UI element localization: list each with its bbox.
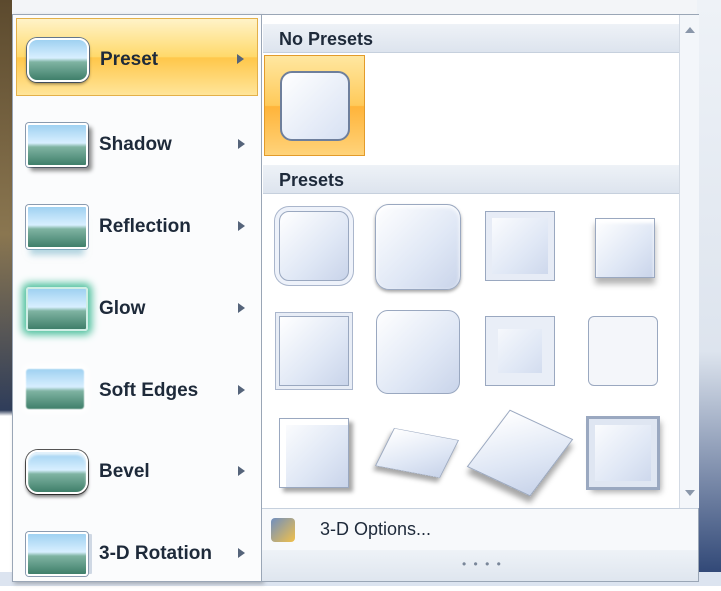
preset-1[interactable] <box>264 196 365 297</box>
3d-rotation-effect-icon <box>26 532 88 576</box>
preset-thumbnail <box>375 427 459 479</box>
preset-12[interactable] <box>573 403 674 504</box>
preset-thumbnail <box>375 204 461 290</box>
menu-item-label: Bevel <box>99 461 150 482</box>
preset-thumbnail <box>279 211 349 281</box>
menu-item-bevel[interactable]: Bevel <box>16 431 258 509</box>
preset-9[interactable] <box>264 403 365 504</box>
background-slide-edge <box>0 0 12 586</box>
menu-item-label: Soft Edges <box>99 380 199 401</box>
menu-item-glow[interactable]: Glow <box>16 268 258 346</box>
background-right-edge <box>697 0 721 586</box>
presets-header: Presets <box>263 165 679 194</box>
menu-item-label: Glow <box>99 298 146 319</box>
menu-item-shadow[interactable]: Shadow <box>16 104 258 182</box>
menu-item-label: Reflection <box>99 216 191 237</box>
scroll-down-arrow-icon[interactable] <box>685 490 695 496</box>
preset-6[interactable] <box>367 301 468 402</box>
preset-thumbnail <box>279 418 349 488</box>
glow-effect-icon <box>26 287 88 331</box>
no-presets-header: No Presets <box>263 24 679 53</box>
picture-effects-menu: Preset Shadow Reflection Glow Soft Edges… <box>12 14 262 582</box>
reflection-effect-icon <box>26 205 88 249</box>
submenu-arrow-icon <box>237 54 244 64</box>
preset-thumbnail <box>485 211 555 281</box>
gallery-scrollbar[interactable] <box>679 15 699 508</box>
preset-thumbnail <box>588 316 658 386</box>
submenu-arrow-icon <box>238 466 245 476</box>
submenu-arrow-icon <box>238 139 245 149</box>
preset-4[interactable] <box>573 196 674 297</box>
menu-item-preset[interactable]: Preset <box>16 18 258 96</box>
preset-gallery: No Presets Presets 3-D Options... • • • … <box>261 14 699 582</box>
bevel-effect-icon <box>26 450 88 494</box>
preset-5[interactable] <box>264 301 365 402</box>
background-toolbar <box>0 0 721 15</box>
scroll-up-arrow-icon[interactable] <box>685 27 695 33</box>
menu-item-soft-edges[interactable]: Soft Edges <box>16 350 258 428</box>
menu-item-label: Preset <box>100 49 159 70</box>
submenu-arrow-icon <box>238 385 245 395</box>
menu-item-reflection[interactable]: Reflection <box>16 186 258 264</box>
preset-8[interactable] <box>573 301 674 402</box>
submenu-arrow-icon <box>238 221 245 231</box>
3d-options-label: 3-D Options... <box>320 519 432 539</box>
section-header-label: Presets <box>279 170 345 190</box>
preset-none[interactable] <box>264 55 365 156</box>
3d-options-icon <box>271 518 295 542</box>
preset-thumbnail <box>279 316 349 386</box>
shadow-effect-icon <box>26 123 88 167</box>
preset-thumbnail <box>485 316 555 386</box>
preset-2[interactable] <box>367 196 468 297</box>
preset-thumbnail <box>376 310 460 394</box>
section-header-label: No Presets <box>279 29 374 49</box>
preset-thumbnail <box>595 218 655 278</box>
preset-3[interactable] <box>470 196 571 297</box>
gallery-resize-grip[interactable]: • • • • <box>262 550 698 581</box>
submenu-arrow-icon <box>238 303 245 313</box>
menu-item-3d-rotation[interactable]: 3-D Rotation <box>16 513 258 591</box>
preset-thumbnail <box>280 71 350 141</box>
3d-options-item[interactable]: 3-D Options... <box>262 508 698 551</box>
preset-effect-icon <box>27 38 89 82</box>
submenu-arrow-icon <box>238 548 245 558</box>
preset-10[interactable] <box>367 403 468 504</box>
preset-thumbnail <box>588 418 658 488</box>
menu-item-label: 3-D Rotation <box>99 543 212 564</box>
preset-11[interactable] <box>466 403 574 504</box>
grip-dots-icon: • • • • <box>462 557 503 571</box>
soft-edges-effect-icon <box>26 369 84 409</box>
menu-item-label: Shadow <box>99 134 172 155</box>
preset-7[interactable] <box>470 301 571 402</box>
preset-thumbnail <box>466 409 574 497</box>
